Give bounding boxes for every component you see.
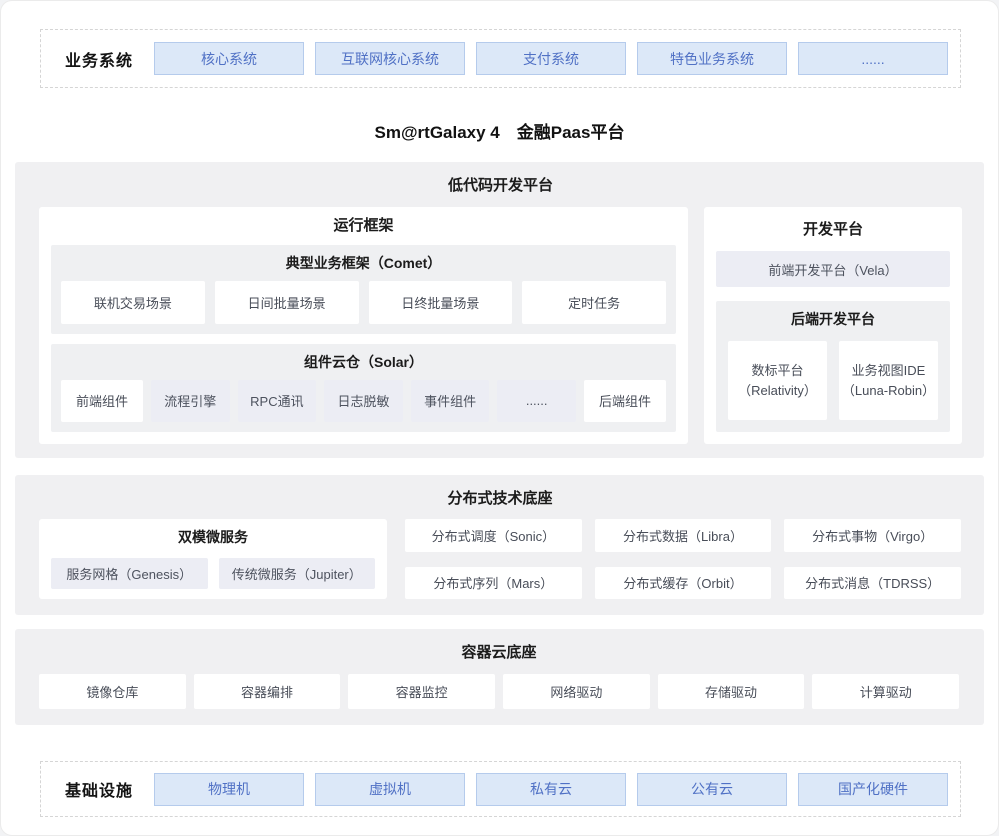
infrastructure-pill-domestic-hardware: 国产化硬件 xyxy=(798,773,948,806)
chip-traditional-microservice-jupiter: 传统微服务（Jupiter） xyxy=(219,558,376,589)
solar-components-row: 前端组件 流程引擎 RPC通讯 日志脱敏 事件组件 ...... 后端组件 xyxy=(61,380,666,423)
frontend-dev-platform-chip: 前端开发平台（Vela） xyxy=(716,251,950,287)
scenario-box-eod-batch: 日终批量场景 xyxy=(369,281,513,324)
backend-dev-tools-row: 数标平台 （Relativity） 业务视图IDE （Luna-Robin） xyxy=(728,341,938,420)
service-box-sequence-mars: 分布式序列（Mars） xyxy=(405,567,582,600)
business-system-pill-payment: 支付系统 xyxy=(476,42,626,75)
business-systems-label: 业务系统 xyxy=(65,47,143,71)
container-box-compute-driver: 计算驱动 xyxy=(812,674,959,709)
low-code-platform-title: 低代码开发平台 xyxy=(39,175,962,197)
dual-mode-microservice-panel: 双模微服务 服务网格（Genesis） 传统微服务（Jupiter） xyxy=(39,519,387,599)
component-chip-log-masking: 日志脱敏 xyxy=(324,380,403,423)
container-cloud-title: 容器云底座 xyxy=(39,642,959,664)
dev-platform-title: 开发平台 xyxy=(716,219,950,241)
container-box-image-registry: 镜像仓库 xyxy=(39,674,186,709)
business-system-pill-internet-core: 互联网核心系统 xyxy=(315,42,465,75)
infrastructure-row: 基础设施 物理机 虚拟机 私有云 公有云 国产化硬件 xyxy=(40,761,961,817)
container-box-orchestration: 容器编排 xyxy=(194,674,341,709)
distributed-services-grid: 分布式调度（Sonic） 分布式数据（Libra） 分布式事物（Virgo） 分… xyxy=(405,519,961,599)
dual-mode-microservice-title: 双模微服务 xyxy=(51,527,375,547)
business-systems-row: 业务系统 核心系统 互联网核心系统 支付系统 特色业务系统 ...... xyxy=(40,29,961,88)
infrastructure-pill-virtual-machine: 虚拟机 xyxy=(315,773,465,806)
service-box-scheduling-sonic: 分布式调度（Sonic） xyxy=(405,519,582,552)
component-chip-rpc: RPC通讯 xyxy=(238,380,317,423)
runtime-framework-panel: 运行框架 典型业务框架（Comet） 联机交易场景 日间批量场景 日终批量场景 … xyxy=(39,207,688,444)
component-box-backend: 后端组件 xyxy=(584,380,666,423)
comet-framework-panel: 典型业务框架（Comet） 联机交易场景 日间批量场景 日终批量场景 定时任务 xyxy=(51,245,676,334)
business-system-pill-more: ...... xyxy=(798,42,948,75)
service-box-cache-orbit: 分布式缓存（Orbit） xyxy=(595,567,772,600)
dual-mode-chips-row: 服务网格（Genesis） 传统微服务（Jupiter） xyxy=(51,558,375,589)
runtime-framework-title: 运行框架 xyxy=(51,215,676,237)
solar-component-panel: 组件云仓（Solar） 前端组件 流程引擎 RPC通讯 日志脱敏 事件组件 ..… xyxy=(51,344,676,433)
low-code-platform-body: 运行框架 典型业务框架（Comet） 联机交易场景 日间批量场景 日终批量场景 … xyxy=(39,207,962,444)
business-system-pill-core: 核心系统 xyxy=(154,42,304,75)
chip-service-mesh-genesis: 服务网格（Genesis） xyxy=(51,558,208,589)
service-box-data-libra: 分布式数据（Libra） xyxy=(595,519,772,552)
tool-box-relativity-name: 数标平台 xyxy=(751,361,803,381)
scenario-box-intraday-batch: 日间批量场景 xyxy=(215,281,359,324)
component-chip-event: 事件组件 xyxy=(411,380,490,423)
business-system-pill-special: 特色业务系统 xyxy=(637,42,787,75)
component-chip-process-engine: 流程引擎 xyxy=(151,380,230,423)
container-cloud-row: 镜像仓库 容器编排 容器监控 网络驱动 存储驱动 计算驱动 xyxy=(39,674,959,709)
infrastructure-label: 基础设施 xyxy=(65,777,143,801)
solar-component-title: 组件云仓（Solar） xyxy=(61,352,666,372)
page-title: Sm@rtGalaxy 4 金融Paas平台 xyxy=(1,112,998,148)
tool-box-luna-robin-code: （Luna-Robin） xyxy=(842,381,935,401)
scenario-box-scheduled-task: 定时任务 xyxy=(522,281,666,324)
container-box-storage-driver: 存储驱动 xyxy=(658,674,805,709)
comet-framework-title: 典型业务框架（Comet） xyxy=(61,253,666,273)
low-code-platform-section: 低代码开发平台 运行框架 典型业务框架（Comet） 联机交易场景 日间批量场景… xyxy=(15,162,984,458)
infrastructure-pill-public-cloud: 公有云 xyxy=(637,773,787,806)
component-box-frontend: 前端组件 xyxy=(61,380,143,423)
tool-box-relativity: 数标平台 （Relativity） xyxy=(728,341,827,420)
infrastructure-pill-private-cloud: 私有云 xyxy=(476,773,626,806)
distributed-base-body: 双模微服务 服务网格（Genesis） 传统微服务（Jupiter） 分布式调度… xyxy=(39,519,961,599)
scenario-box-online-trade: 联机交易场景 xyxy=(61,281,205,324)
backend-dev-platform-title: 后端开发平台 xyxy=(728,309,938,329)
backend-dev-platform-panel: 后端开发平台 数标平台 （Relativity） 业务视图IDE （Luna-R… xyxy=(716,301,950,432)
comet-scenarios-row: 联机交易场景 日间批量场景 日终批量场景 定时任务 xyxy=(61,281,666,324)
dev-platform-panel: 开发平台 前端开发平台（Vela） 后端开发平台 数标平台 （Relativit… xyxy=(704,207,962,444)
container-box-monitoring: 容器监控 xyxy=(348,674,495,709)
service-box-transaction-virgo: 分布式事物（Virgo） xyxy=(784,519,961,552)
component-chip-more: ...... xyxy=(497,380,576,423)
container-box-network-driver: 网络驱动 xyxy=(503,674,650,709)
tool-box-luna-robin: 业务视图IDE （Luna-Robin） xyxy=(839,341,938,420)
tool-box-luna-robin-name: 业务视图IDE xyxy=(852,361,926,381)
architecture-diagram-card: 业务系统 核心系统 互联网核心系统 支付系统 特色业务系统 ...... Sm@… xyxy=(0,0,999,836)
distributed-base-section: 分布式技术底座 双模微服务 服务网格（Genesis） 传统微服务（Jupite… xyxy=(15,475,984,615)
container-cloud-section: 容器云底座 镜像仓库 容器编排 容器监控 网络驱动 存储驱动 计算驱动 xyxy=(15,629,984,725)
distributed-base-title: 分布式技术底座 xyxy=(39,488,961,510)
infrastructure-pill-physical-machine: 物理机 xyxy=(154,773,304,806)
tool-box-relativity-code: （Relativity） xyxy=(738,381,817,401)
service-box-message-tdrss: 分布式消息（TDRSS） xyxy=(784,567,961,600)
